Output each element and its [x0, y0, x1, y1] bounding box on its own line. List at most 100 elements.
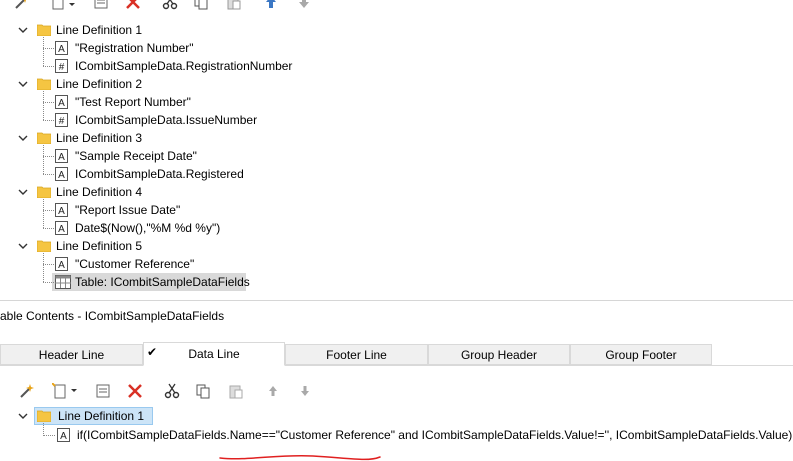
tree-connector	[43, 282, 54, 283]
text-field-icon: A	[57, 428, 70, 442]
chevron-down-icon[interactable]	[17, 78, 29, 90]
copy-icon[interactable]	[193, 0, 209, 10]
line-definition-label[interactable]: Line Definition 3	[56, 129, 142, 147]
tree-connector	[43, 37, 44, 66]
svg-text:A: A	[58, 152, 65, 163]
svg-text:A: A	[58, 224, 65, 235]
tree-connector	[43, 228, 54, 229]
tab-label: Header Line	[38, 347, 105, 362]
magic-wand-icon[interactable]	[13, 0, 29, 10]
line-definition-label[interactable]: Line Definition 1	[58, 407, 144, 425]
tab-label: Group Header	[460, 347, 538, 362]
tab-data-line[interactable]: ✔ Data Line	[143, 342, 285, 366]
copy-icon[interactable]	[195, 383, 211, 399]
tab-group-header[interactable]: Group Header	[428, 344, 570, 365]
tree-connector	[43, 120, 54, 121]
numeric-field-icon: #	[55, 113, 68, 127]
table-toolbar	[0, 383, 793, 399]
line-item-label[interactable]: "Test Report Number"	[75, 93, 191, 111]
text-field-icon: A	[55, 221, 68, 235]
line-item-label[interactable]: "Sample Receipt Date"	[75, 147, 197, 165]
arrow-down-icon[interactable]	[297, 383, 313, 399]
tree-connector	[43, 435, 55, 436]
text-field-icon: A	[55, 41, 68, 55]
chevron-down-icon[interactable]	[17, 24, 29, 36]
paste-icon[interactable]	[226, 0, 242, 10]
red-annotation-underline	[218, 452, 383, 461]
properties-icon[interactable]	[93, 0, 109, 10]
new-item-icon[interactable]	[50, 0, 66, 10]
line-definition-label[interactable]: Line Definition 1	[56, 21, 142, 39]
line-item-label[interactable]: "Registration Number"	[75, 39, 194, 57]
tab-strip-border	[0, 365, 793, 366]
cut-icon[interactable]	[164, 383, 180, 399]
field-expression[interactable]: if(ICombitSampleDataFields.Name=="Custom…	[77, 426, 792, 444]
tree-connector	[43, 145, 44, 174]
panel-divider	[0, 300, 793, 301]
line-item-label[interactable]: ICombitSampleData.Registered	[75, 165, 244, 183]
properties-icon[interactable]	[95, 383, 111, 399]
line-definition-label[interactable]: Line Definition 4	[56, 183, 142, 201]
line-item-label[interactable]: ICombitSampleData.RegistrationNumber	[75, 57, 292, 75]
chevron-down-icon[interactable]	[68, 0, 76, 10]
new-item-icon[interactable]	[52, 383, 68, 399]
svg-text:A: A	[60, 431, 67, 442]
svg-text:A: A	[58, 44, 65, 55]
folder-icon	[36, 409, 52, 423]
line-item-label[interactable]: "Customer Reference"	[75, 255, 194, 273]
chevron-down-icon[interactable]	[17, 132, 29, 144]
delete-icon[interactable]	[125, 0, 141, 10]
tree-connector	[43, 264, 54, 265]
tab-footer-line[interactable]: Footer Line	[285, 344, 428, 365]
top-toolbar	[0, 0, 793, 10]
text-field-icon: A	[55, 257, 68, 271]
tree-connector	[43, 66, 54, 67]
tree-connector	[43, 48, 54, 49]
svg-text:A: A	[58, 170, 65, 181]
checkmark-icon: ✔	[147, 345, 158, 359]
tree-connector	[43, 156, 54, 157]
tree-connector	[43, 91, 44, 120]
line-item-label[interactable]: Date$(Now(),"%M %d %y")	[75, 219, 220, 237]
tab-header-line[interactable]: Header Line	[0, 344, 143, 365]
svg-text:A: A	[58, 98, 65, 109]
text-field-icon: A	[55, 95, 68, 109]
tab-label: Group Footer	[605, 347, 677, 362]
table-contents-title: able Contents - ICombitSampleDataFields	[0, 309, 225, 323]
svg-text:#: #	[59, 116, 65, 127]
line-item-label[interactable]: Table: ICombitSampleDataFields	[75, 273, 250, 291]
tree-connector	[43, 253, 44, 282]
chevron-down-icon[interactable]	[17, 240, 29, 252]
magic-wand-icon[interactable]	[18, 383, 34, 399]
line-item-label[interactable]: ICombitSampleData.IssueNumber	[75, 111, 257, 129]
paste-icon[interactable]	[228, 383, 244, 399]
chevron-down-icon[interactable]	[70, 383, 78, 399]
text-field-icon: A	[55, 149, 68, 163]
tab-label: Data Line	[188, 347, 240, 361]
tab-label: Footer Line	[326, 347, 387, 362]
arrow-up-icon[interactable]	[263, 0, 279, 10]
svg-text:A: A	[58, 206, 65, 217]
table-icon	[55, 275, 71, 289]
folder-icon	[36, 185, 52, 199]
tab-group-footer[interactable]: Group Footer	[570, 344, 712, 365]
chevron-down-icon[interactable]	[17, 410, 29, 422]
tree-connector	[43, 174, 54, 175]
folder-icon	[36, 239, 52, 253]
chevron-down-icon[interactable]	[17, 186, 29, 198]
folder-icon	[36, 23, 52, 37]
line-definition-label[interactable]: Line Definition 2	[56, 75, 142, 93]
tree-connector	[43, 102, 54, 103]
text-field-icon: A	[55, 167, 68, 181]
tree-connector	[43, 210, 54, 211]
svg-text:#: #	[59, 62, 65, 73]
line-definition-label[interactable]: Line Definition 5	[56, 237, 142, 255]
arrow-up-icon[interactable]	[265, 383, 281, 399]
numeric-field-icon: #	[55, 59, 68, 73]
designer-window: Line Definition 1 A "Registration Number" #…	[0, 0, 793, 461]
tree-connector	[43, 199, 44, 228]
cut-icon[interactable]	[162, 0, 178, 10]
arrow-down-icon[interactable]	[296, 0, 312, 10]
line-item-label[interactable]: "Report Issue Date"	[75, 201, 180, 219]
delete-icon[interactable]	[127, 383, 143, 399]
